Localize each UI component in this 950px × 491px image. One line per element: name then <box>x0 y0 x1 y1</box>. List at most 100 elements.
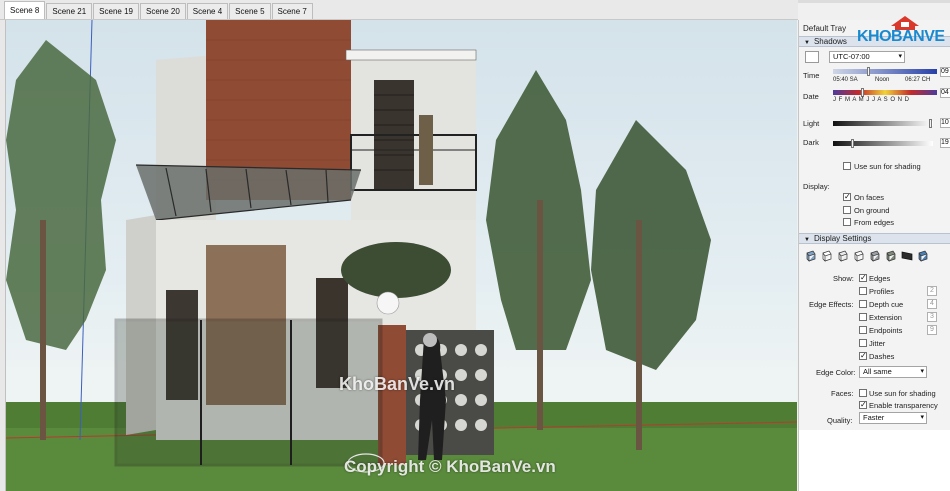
watermark-copyright: Copyright © KhoBanVe.vn <box>344 457 556 476</box>
tab-scene-7[interactable]: Scene 7 <box>271 3 313 19</box>
shadows-header-label: Shadows <box>813 37 847 46</box>
on-faces-checkbox[interactable] <box>843 193 851 201</box>
scene-tab-bar: Scene 8 Scene 21 Scene 19 Scene 20 Scene… <box>0 0 798 20</box>
khobanve-logo: KHOBANVE <box>857 14 947 48</box>
chevron-down-icon: ▾ <box>920 414 924 421</box>
xray-style-icon[interactable] <box>885 250 897 262</box>
depth-cue-checkbox[interactable] <box>859 300 867 308</box>
tree-left <box>6 40 116 440</box>
tab-scene-5[interactable]: Scene 5 <box>229 3 271 19</box>
extension-label: Extension <box>869 313 902 322</box>
faces-label: Faces: <box>831 389 854 398</box>
dark-slider[interactable] <box>833 141 933 146</box>
edge-color-label: Edge Color: <box>816 368 856 377</box>
person-balcony <box>419 115 433 185</box>
jitter-checkbox[interactable] <box>859 339 867 347</box>
quality-select[interactable]: Faster ▾ <box>859 412 927 424</box>
time-slider[interactable] <box>833 69 937 74</box>
date-slider[interactable] <box>833 90 937 95</box>
quality-label: Quality: <box>827 416 853 425</box>
extension-value[interactable]: 3 <box>927 312 937 322</box>
lamp-globe <box>376 291 400 315</box>
edge-color-value: All same <box>863 367 892 376</box>
tray-title: Default Tray <box>803 24 847 33</box>
display-settings-header-label: Display Settings <box>813 234 872 243</box>
monochrome-style-icon[interactable] <box>869 250 881 262</box>
endpoints-label: Endpoints <box>869 326 903 335</box>
tray-empty-area <box>798 430 950 491</box>
planter-tree <box>341 242 451 298</box>
wireframe-style-icon[interactable] <box>805 250 817 262</box>
depth-cue-value[interactable]: 4 <box>927 299 937 309</box>
shadow-toggle-icon[interactable] <box>805 51 819 63</box>
shaded-style-icon[interactable] <box>837 250 849 262</box>
tab-scene-21[interactable]: Scene 21 <box>46 3 93 19</box>
model-viewport[interactable]: KhoBanVe.vn Copyright © KhoBanVe.vn <box>6 20 797 491</box>
tab-scene-20[interactable]: Scene 20 <box>139 3 186 19</box>
light-slider[interactable] <box>833 121 933 126</box>
time-start: 05:40 SA <box>833 77 858 83</box>
show-label: Show: <box>833 274 854 283</box>
dark-label: Dark <box>803 138 819 147</box>
tree-middle <box>486 70 591 430</box>
quality-value: Faster <box>863 413 885 422</box>
timezone-value: UTC-07:00 <box>833 52 870 61</box>
edges-label: Edges <box>869 274 891 283</box>
from-edges-label: From edges <box>854 218 895 227</box>
profiles-checkbox[interactable] <box>859 287 867 295</box>
profiles-label: Profiles <box>869 287 895 296</box>
date-field[interactable]: 04 <box>940 88 950 98</box>
tab-scene-4[interactable]: Scene 4 <box>186 3 229 19</box>
date-label: Date <box>803 92 819 101</box>
on-faces-label: On faces <box>854 193 885 202</box>
time-end: 06:27 CH <box>905 77 931 83</box>
dashes-checkbox[interactable] <box>859 352 867 360</box>
logo-text: KHOBANVE <box>857 28 945 45</box>
endpoints-value[interactable]: 9 <box>927 325 937 335</box>
tab-scene-8[interactable]: Scene 8 <box>4 1 46 19</box>
display-label: Display: <box>803 182 830 191</box>
on-ground-label: On ground <box>854 206 890 215</box>
faces-use-sun-checkbox[interactable] <box>859 389 867 397</box>
use-sun-shading-label: Use sun for shading <box>854 162 921 171</box>
date-slider-thumb[interactable] <box>861 88 864 97</box>
jitter-label: Jitter <box>869 339 886 348</box>
chevron-down-icon: ▾ <box>898 53 902 60</box>
tree-right <box>591 120 711 450</box>
edge-color-select[interactable]: All same ▾ <box>859 366 927 378</box>
edge-effects-label: Edge Effects: <box>809 300 854 309</box>
month-letters: J F M A M J J A S O N D <box>833 97 910 103</box>
hidden-line-style-icon[interactable] <box>821 250 833 262</box>
dark-slider-thumb[interactable] <box>851 139 854 148</box>
time-label: Time <box>803 71 820 80</box>
enable-transparency-checkbox[interactable] <box>859 401 867 409</box>
endpoints-checkbox[interactable] <box>859 326 867 334</box>
enable-transparency-label: Enable transparency <box>869 401 938 410</box>
faces-use-sun-label: Use sun for shading <box>869 389 936 398</box>
from-edges-checkbox[interactable] <box>843 218 851 226</box>
default-tray: Default Tray ▼ Shadows UTC-07:00 ▾ Time 05… <box>798 20 950 430</box>
dashes-label: Dashes <box>869 352 895 361</box>
colored-style-icon[interactable] <box>917 250 929 262</box>
time-noon: Noon <box>875 77 890 83</box>
back-edges-style-icon[interactable] <box>901 250 913 262</box>
dark-field[interactable]: 19 <box>940 138 950 148</box>
time-slider-thumb[interactable] <box>867 67 870 76</box>
chevron-down-icon: ▾ <box>920 368 924 375</box>
use-sun-shading-checkbox[interactable] <box>843 162 851 170</box>
light-label: Light <box>803 119 820 128</box>
light-slider-thumb[interactable] <box>929 119 932 128</box>
on-ground-checkbox[interactable] <box>843 206 851 214</box>
extension-checkbox[interactable] <box>859 313 867 321</box>
shaded-textures-style-icon[interactable] <box>853 250 865 262</box>
timezone-select[interactable]: UTC-07:00 ▾ <box>829 51 905 63</box>
light-field[interactable]: 10 <box>940 118 950 128</box>
time-field[interactable]: 09 <box>940 67 950 77</box>
profiles-value[interactable]: 2 <box>927 286 937 296</box>
edges-checkbox[interactable] <box>859 274 867 282</box>
house-model-render <box>6 20 797 491</box>
tab-scene-19[interactable]: Scene 19 <box>93 3 139 19</box>
watermark-center: KhoBanVe.vn <box>339 374 456 394</box>
display-settings-section-header[interactable]: ▼ Display Settings <box>799 233 950 244</box>
depth-cue-label: Depth cue <box>869 300 904 309</box>
